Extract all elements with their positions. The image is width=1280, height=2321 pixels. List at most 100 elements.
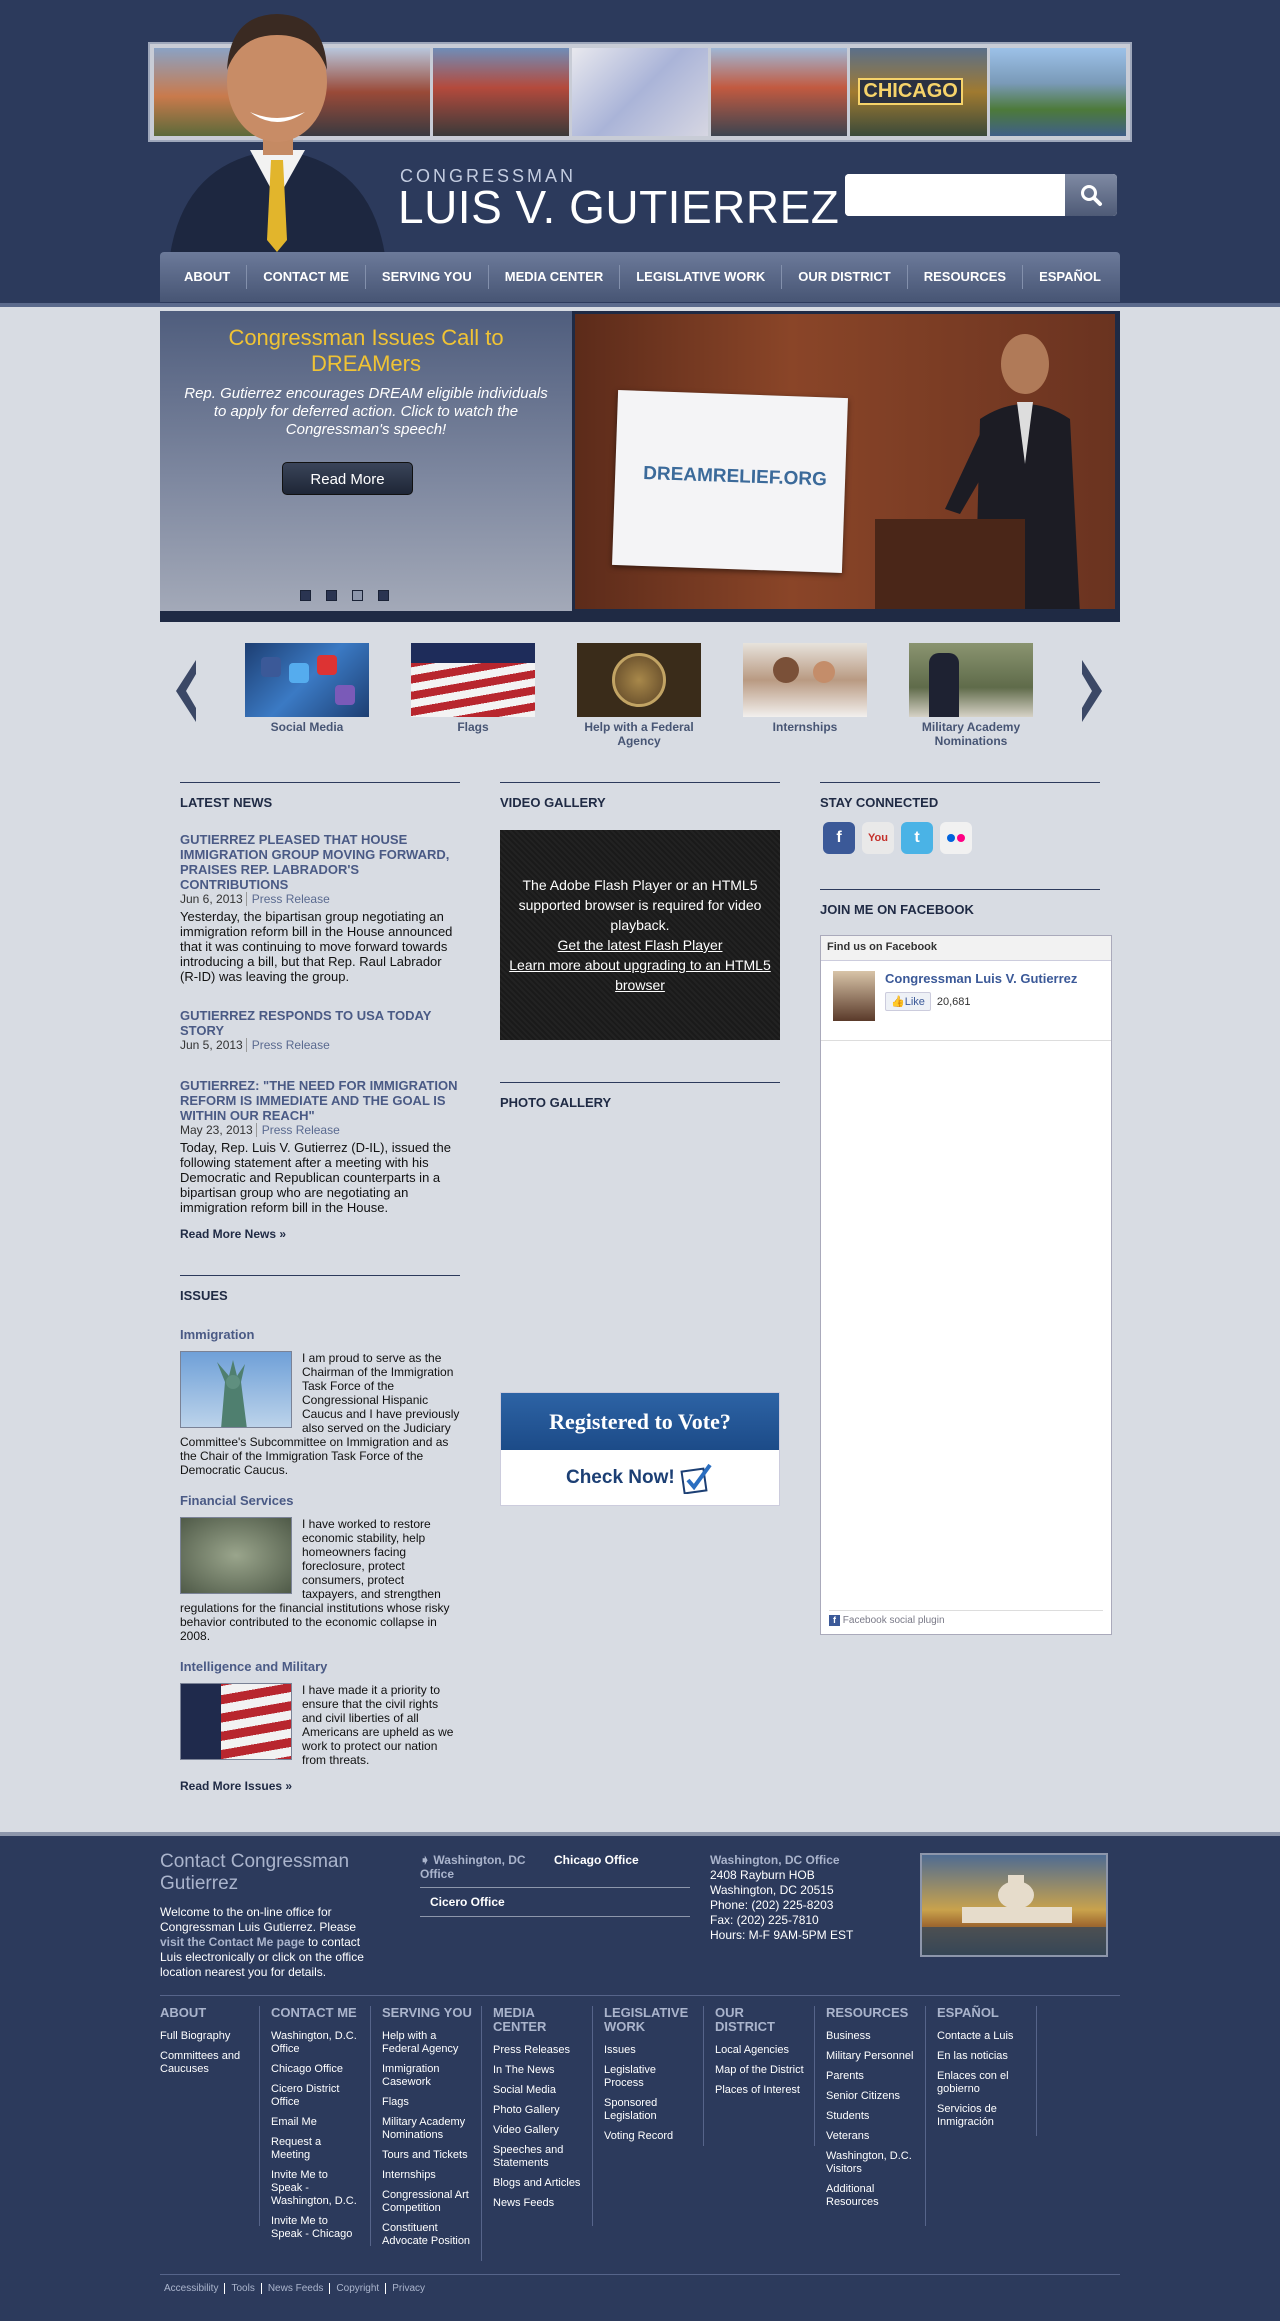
footer-link[interactable]: Parents [826,2070,917,2083]
read-more-issues-link[interactable]: Read More Issues » [180,1779,460,1793]
footer-link[interactable]: Invite Me to Speak - Washington, D.C. [271,2169,362,2208]
news-title-link[interactable]: GUTIERREZ RESPONDS TO USA TODAY STORY [180,1008,460,1038]
nav-our-district[interactable]: OUR DISTRICT [782,265,908,289]
footer-link[interactable]: Senior Citizens [826,2090,917,2103]
issue-title-link[interactable]: Immigration [180,1327,460,1342]
twitter-icon[interactable]: t [901,822,933,854]
footer-link[interactable]: Email Me [271,2116,362,2129]
nav-contact-me[interactable]: CONTACT ME [247,265,366,289]
footer-link[interactable]: Sponsored Legislation [604,2097,695,2123]
slider-dot[interactable] [378,590,389,601]
quicklink-social-media[interactable]: Social Media [244,643,370,734]
news-type-link[interactable]: Press Release [245,892,330,906]
registered-to-vote-banner[interactable]: Registered to Vote? Check Now! [500,1392,780,1506]
quicklink-federal-agency[interactable]: Help with a Federal Agency [576,643,702,748]
fb-page-avatar[interactable] [833,971,875,1021]
footer-link[interactable]: Voting Record [604,2130,695,2143]
tools-link[interactable]: Tools [225,2283,262,2294]
footer-col-heading[interactable]: RESOURCES [826,2006,917,2020]
slider-dot-active[interactable] [352,590,363,601]
search-button[interactable] [1065,174,1117,216]
footer-link[interactable]: Constituent Advocate Position [382,2222,473,2248]
nav-legislative-work[interactable]: LEGISLATIVE WORK [620,265,783,289]
nav-media-center[interactable]: MEDIA CENTER [489,265,621,289]
privacy-link[interactable]: Privacy [386,2283,431,2294]
footer-link[interactable]: Press Releases [493,2044,584,2057]
soldier-flag-image[interactable] [180,1683,292,1760]
flickr-icon[interactable] [940,822,972,854]
footer-link[interactable]: Legislative Process [604,2064,695,2090]
news-feeds-link[interactable]: News Feeds [262,2283,331,2294]
footer-link[interactable]: News Feeds [493,2197,584,2210]
video-player[interactable]: The Adobe Flash Player or an HTML5 suppo… [500,830,780,1040]
footer-link[interactable]: Veterans [826,2130,917,2143]
footer-link[interactable]: Military Academy Nominations [382,2116,473,2142]
footer-link[interactable]: Business [826,2030,917,2043]
quicklink-internships[interactable]: Internships [742,643,868,734]
nav-serving-you[interactable]: SERVING YOU [366,265,489,289]
read-more-news-link[interactable]: Read More News » [180,1227,460,1241]
footer-link[interactable]: Internships [382,2169,473,2182]
footer-link[interactable]: Photo Gallery [493,2104,584,2117]
slider-dot[interactable] [326,590,337,601]
footer-link[interactable]: Contacte a Luis [937,2030,1028,2043]
footer-link[interactable]: Washington, D.C. Visitors [826,2150,917,2176]
footer-link[interactable]: Blogs and Articles [493,2177,584,2190]
footer-link[interactable]: Chicago Office [271,2063,362,2076]
quicklink-military-academy[interactable]: Military Academy Nominations [908,643,1034,748]
footer-link[interactable]: Students [826,2110,917,2123]
accessibility-link[interactable]: Accessibility [164,2283,226,2294]
nav-resources[interactable]: RESOURCES [908,265,1024,289]
footer-link[interactable]: Full Biography [160,2030,251,2043]
news-type-link[interactable]: Press Release [255,1123,340,1137]
office-tab-chicago[interactable]: Chicago Office [554,1853,639,1881]
nav-espanol[interactable]: ESPAÑOL [1023,265,1117,289]
office-tab-washington[interactable]: ➧ Washington, DC Office [420,1853,540,1881]
footer-link[interactable]: Speeches and Statements [493,2144,584,2170]
footer-link[interactable]: Request a Meeting [271,2136,362,2162]
contact-me-page-link[interactable]: visit the Contact Me page [160,1935,305,1949]
footer-link[interactable]: Committees and Caucuses [160,2050,251,2076]
capitol-building-image[interactable] [920,1853,1108,1957]
footer-link[interactable]: Enlaces con el gobierno [937,2070,1028,2096]
nav-about[interactable]: ABOUT [168,265,248,289]
quicklink-flags[interactable]: Flags [410,643,536,734]
hero-read-more-button[interactable]: Read More [282,462,413,495]
hero-image[interactable]: DREAMRELIEF.ORG [575,314,1115,609]
footer-col-heading[interactable]: LEGISLATIVE WORK [604,2006,695,2034]
carousel-next-button[interactable] [1078,658,1106,727]
footer-link[interactable]: Map of the District [715,2064,806,2077]
footer-link[interactable]: Social Media [493,2084,584,2097]
news-title-link[interactable]: GUTIERREZ: "THE NEED FOR IMMIGRATION REF… [180,1078,460,1123]
slider-dot[interactable] [300,590,311,601]
hero-title[interactable]: Congressman Issues Call to DREAMers [185,325,547,377]
footer-col-heading[interactable]: OUR DISTRICT [715,2006,806,2034]
footer-link[interactable]: Issues [604,2044,695,2057]
footer-col-heading[interactable]: ABOUT [160,2006,251,2020]
footer-col-heading[interactable]: MEDIA CENTER [493,2006,584,2034]
statue-of-liberty-image[interactable] [180,1351,292,1428]
footer-link[interactable]: In The News [493,2064,584,2077]
footer-link[interactable]: Flags [382,2096,473,2109]
footer-link[interactable]: Tours and Tickets [382,2149,473,2162]
footer-link[interactable]: Additional Resources [826,2183,917,2209]
office-tab-cicero[interactable]: Cicero Office [430,1895,505,1909]
footer-link[interactable]: Local Agencies [715,2044,806,2057]
footer-link[interactable]: En las noticias [937,2050,1028,2063]
site-title[interactable]: LUIS V. GUTIERREZ [398,180,839,234]
dollar-seal-image[interactable] [180,1517,292,1594]
carousel-prev-button[interactable] [172,658,200,727]
footer-link[interactable]: Video Gallery [493,2124,584,2137]
footer-link[interactable]: Military Personnel [826,2050,917,2063]
youtube-icon[interactable]: You [862,822,894,854]
facebook-icon[interactable]: f [823,822,855,854]
footer-link[interactable]: Cicero District Office [271,2083,362,2109]
fb-plugin-link[interactable]: Facebook social plugin [843,1615,945,1626]
issue-title-link[interactable]: Financial Services [180,1493,460,1508]
fb-like-button[interactable]: 👍Like [885,992,931,1011]
copyright-link[interactable]: Copyright [330,2283,387,2294]
issue-title-link[interactable]: Intelligence and Military [180,1659,460,1674]
footer-link[interactable]: Washington, D.C. Office [271,2030,362,2056]
footer-link[interactable]: Help with a Federal Agency [382,2030,473,2056]
footer-link[interactable]: Congressional Art Competition [382,2189,473,2215]
